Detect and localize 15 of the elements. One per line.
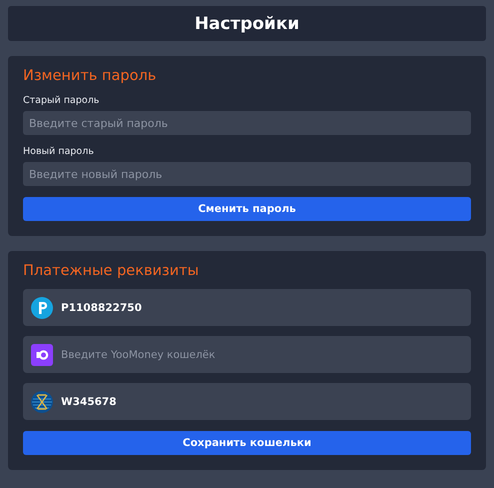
field-label: Новый пароль: [23, 146, 95, 157]
password-field[interactable]: Введите старый пароль: [23, 111, 471, 135]
wallet-field[interactable]: W345678: [23, 383, 471, 420]
section-title: Изменить пароль: [23, 68, 158, 84]
page-title: Настройки: [8, 6, 486, 41]
wallet-app-icon: [31, 344, 53, 366]
field-label: Старый пароль: [23, 95, 100, 106]
password-field[interactable]: Введите новый пароль: [23, 162, 471, 186]
globe-icon: [31, 390, 53, 412]
change-password-button[interactable]: Сменить пароль: [23, 197, 471, 221]
wallet-field[interactable]: Введите YooMoney кошелёк: [23, 336, 471, 373]
p-letter-icon: [31, 296, 53, 318]
wallet-field[interactable]: P1108822750: [23, 289, 471, 326]
section-title: Платежные реквизиты: [23, 263, 200, 279]
save-wallets-button[interactable]: Сохранить кошельки: [23, 431, 471, 455]
